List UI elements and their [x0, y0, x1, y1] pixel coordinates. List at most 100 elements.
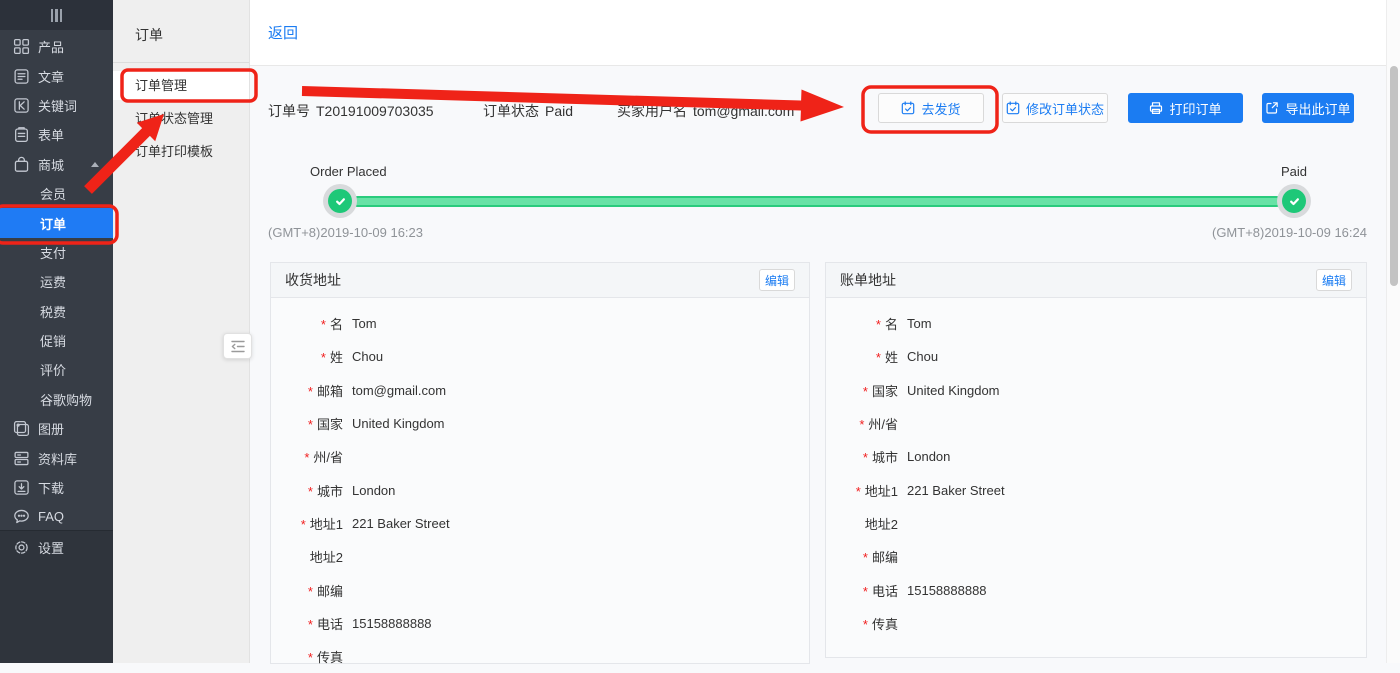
sidebar-item-tax[interactable]: 税费	[0, 297, 113, 326]
field-row: *地址2	[826, 507, 1366, 540]
sidebar-item-members[interactable]: 会员	[0, 179, 113, 208]
modify-order-status-button[interactable]: 修改订单状态	[1002, 93, 1108, 123]
required-marker: *	[859, 417, 864, 432]
order-status-value: Paid	[545, 103, 573, 119]
sidebar-item-payment[interactable]: 支付	[0, 238, 113, 267]
buyer-value: tom@gmail.com	[693, 103, 794, 119]
sidebar-item-label: 图册	[38, 419, 64, 438]
vertical-scrollbar-track	[1386, 0, 1400, 663]
sidebar-item-products[interactable]: 产品	[0, 32, 113, 61]
sidebar-item-google-shopping[interactable]: 谷歌购物	[0, 385, 113, 414]
ship-order-button[interactable]: 去发货	[878, 93, 984, 123]
required-marker: *	[876, 317, 881, 332]
sidebar-item-articles[interactable]: 文章	[0, 61, 113, 90]
secondary-sidebar: 订单 订单管理 订单状态管理 订单打印模板	[113, 0, 250, 663]
submenu-item-order-status-management[interactable]: 订单状态管理	[113, 104, 249, 133]
panel-title: 收货地址	[285, 270, 341, 290]
submenu-item-order-print-template[interactable]: 订单打印模板	[113, 137, 249, 166]
timeline-step-label: Order Placed	[310, 164, 387, 179]
field-row: *名Tom	[826, 307, 1366, 340]
edit-billing-address-button[interactable]: 编辑	[1316, 269, 1352, 291]
timeline-timestamp: (GMT+8)2019-10-09 16:23	[268, 225, 423, 240]
sidebar-item-orders[interactable]: 订单	[0, 208, 113, 237]
panel-body: *名Tom *姓Chou *邮箱tom@gmail.com *国家United …	[271, 298, 809, 673]
field-row: *州/省	[826, 407, 1366, 440]
field-row: *传真	[271, 640, 809, 673]
order-status-label: 订单状态	[483, 103, 539, 119]
sidebar-item-promotion[interactable]: 促销	[0, 326, 113, 355]
main-topbar	[250, 0, 1400, 66]
sidebar-item-label: 关键词	[38, 96, 77, 115]
check-icon	[1288, 195, 1301, 208]
sidebar-item-label: 文章	[38, 67, 64, 86]
print-order-button[interactable]: 打印订单	[1128, 93, 1243, 123]
panel-header: 账单地址 编辑	[826, 263, 1366, 298]
timeline-step-marker	[1277, 184, 1311, 218]
field-row: *州/省	[271, 440, 809, 473]
sidebar-item-shipping-fee[interactable]: 运费	[0, 267, 113, 296]
sidebar-item-label: 设置	[38, 538, 64, 557]
sidebar-item-downloads[interactable]: 下载	[0, 473, 113, 502]
field-row: *地址1221 Baker Street	[826, 473, 1366, 506]
calendar-check-icon	[1006, 101, 1020, 115]
required-marker: *	[308, 384, 313, 399]
field-row: *国家United Kingdom	[271, 407, 809, 440]
check-icon	[334, 195, 347, 208]
shopping-bag-icon	[13, 156, 30, 173]
required-marker: *	[321, 350, 326, 365]
sidebar-item-faq[interactable]: FAQ	[0, 502, 113, 531]
chevron-up-icon	[91, 162, 99, 167]
field-row: *邮箱tom@gmail.com	[271, 374, 809, 407]
sidebar-bottom-section: 设置	[0, 531, 113, 663]
required-marker: *	[863, 617, 868, 632]
edit-shipping-address-button[interactable]: 编辑	[759, 269, 795, 291]
required-marker: *	[876, 350, 881, 365]
form-icon	[13, 126, 30, 143]
sidebar-item-settings[interactable]: 设置	[0, 532, 113, 562]
order-status: 订单状态 Paid	[483, 101, 573, 121]
buyer-username: 买家用户名 tom@gmail.com	[617, 101, 794, 121]
buyer-label: 买家用户名	[617, 103, 687, 119]
field-row: *邮编	[271, 573, 809, 606]
order-number: 订单号T20191009703035	[268, 101, 434, 121]
primary-sidebar: 产品 文章 关键词 表单 商城 会员 订单 支付 运费 税费 促销 评价 谷歌购…	[0, 0, 113, 663]
sidebar-item-mall[interactable]: 商城	[0, 150, 113, 179]
field-row: *地址1221 Baker Street	[271, 507, 809, 540]
timeline-timestamp: (GMT+8)2019-10-09 16:24	[1212, 225, 1367, 240]
required-marker: *	[308, 617, 313, 632]
shipping-address-panel: 收货地址 编辑 *名Tom *姓Chou *邮箱tom@gmail.com *国…	[270, 262, 810, 664]
required-marker: *	[863, 584, 868, 599]
required-marker: *	[308, 484, 313, 499]
sidebar-item-label: 资料库	[38, 449, 77, 468]
field-row: *城市London	[826, 440, 1366, 473]
panel-title: 账单地址	[840, 270, 896, 290]
grid-icon	[13, 38, 30, 55]
sidebar-item-reviews[interactable]: 评价	[0, 355, 113, 384]
sidebar-item-label: 产品	[38, 37, 64, 56]
sidebar-item-forms[interactable]: 表单	[0, 120, 113, 149]
timeline-step-marker	[323, 184, 357, 218]
field-row: *国家United Kingdom	[826, 374, 1366, 407]
submenu-collapse-button[interactable]	[223, 333, 252, 359]
field-row: *邮编	[826, 540, 1366, 573]
submenu-item-order-management[interactable]: 订单管理	[113, 71, 249, 100]
keyword-icon	[13, 97, 30, 114]
sidebar-item-label: FAQ	[38, 509, 64, 524]
order-number-value: T20191009703035	[316, 103, 434, 119]
back-link[interactable]: 返回	[268, 22, 298, 43]
sidebar-item-albums[interactable]: 图册	[0, 414, 113, 443]
required-marker: *	[308, 584, 313, 599]
submenu-title: 订单	[135, 25, 163, 45]
panel-body: *名Tom *姓Chou *国家United Kingdom *州/省 *城市L…	[826, 298, 1366, 640]
timeline-progress-line	[352, 196, 1282, 207]
required-marker: *	[301, 517, 306, 532]
field-row: *电话15158888888	[826, 573, 1366, 606]
required-marker: *	[856, 484, 861, 499]
vertical-scrollbar-thumb[interactable]	[1390, 66, 1398, 286]
sidebar-item-keywords[interactable]: 关键词	[0, 91, 113, 120]
sidebar-header[interactable]	[0, 0, 113, 30]
export-order-button[interactable]: 导出此订单	[1262, 93, 1354, 123]
calendar-check-icon	[901, 101, 915, 115]
sidebar-item-library[interactable]: 资料库	[0, 443, 113, 472]
required-marker: *	[321, 317, 326, 332]
